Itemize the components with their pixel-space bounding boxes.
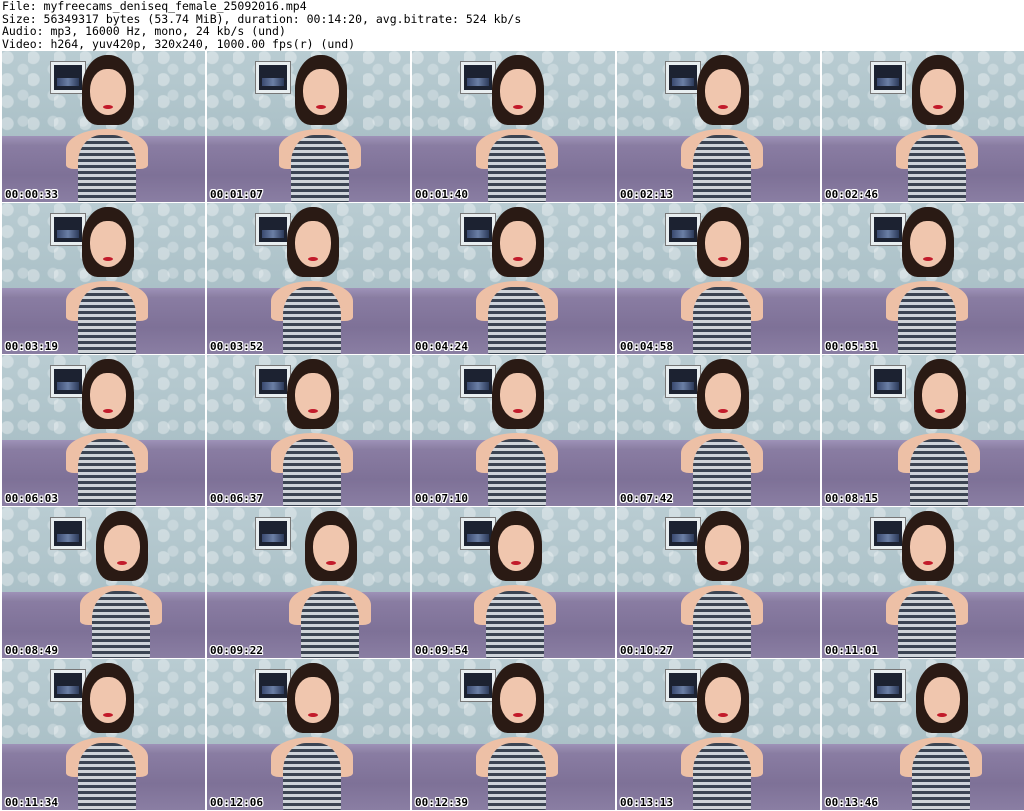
video-thumbnail: 00:02:46 [822,51,1024,202]
person-figure [472,359,562,506]
timestamp-label: 00:02:13 [620,188,673,201]
timestamp-label: 00:06:03 [5,492,58,505]
person-figure [275,55,365,202]
timestamp-label: 00:09:22 [210,644,263,657]
video-thumbnail: 00:04:58 [617,203,820,354]
timestamp-label: 00:09:54 [415,644,468,657]
video-thumbnail: 00:08:15 [822,355,1024,506]
person-figure [896,663,986,810]
person-figure [677,359,767,506]
person-figure [470,511,560,658]
video-thumbnail: 00:02:13 [617,51,820,202]
timestamp-label: 00:08:49 [5,644,58,657]
person-figure [677,55,767,202]
timestamp-label: 00:10:27 [620,644,673,657]
timestamp-label: 00:07:42 [620,492,673,505]
person-figure [62,207,152,354]
video-thumbnail: 00:04:24 [412,203,615,354]
person-figure [76,511,166,658]
video-thumbnail: 00:03:19 [2,203,205,354]
timestamp-label: 00:12:39 [415,796,468,809]
video-thumbnail: 00:11:34 [2,659,205,810]
person-figure [62,663,152,810]
video-thumbnail: 00:06:37 [207,355,410,506]
person-figure [62,55,152,202]
person-figure [892,55,982,202]
timestamp-label: 00:05:31 [825,340,878,353]
video-thumbnail: 00:07:42 [617,355,820,506]
person-figure [882,511,972,658]
person-figure [894,359,984,506]
video-thumbnail: 00:09:54 [412,507,615,658]
timestamp-label: 00:03:52 [210,340,263,353]
timestamp-label: 00:02:46 [825,188,878,201]
info-header: File: myfreecams_deniseq_female_25092016… [2,0,1022,50]
video-thumbnail: 00:12:39 [412,659,615,810]
audio-info-line: Audio: mp3, 16000 Hz, mono, 24 kb/s (und… [2,24,286,38]
video-thumbnail: 00:08:49 [2,507,205,658]
timestamp-label: 00:11:01 [825,644,878,657]
video-thumbnail: 00:09:22 [207,507,410,658]
video-thumbnail: 00:07:10 [412,355,615,506]
video-thumbnail: 00:01:07 [207,51,410,202]
video-thumbnail: 00:13:13 [617,659,820,810]
timestamp-label: 00:06:37 [210,492,263,505]
video-thumbnail: 00:00:33 [2,51,205,202]
timestamp-label: 00:11:34 [5,796,58,809]
video-thumbnail: 00:01:40 [412,51,615,202]
person-figure [677,511,767,658]
video-thumbnail: 00:06:03 [2,355,205,506]
video-info-line: Video: h264, yuv420p, 320x240, 1000.00 f… [2,36,356,51]
timestamp-label: 00:04:24 [415,340,468,353]
person-figure [677,207,767,354]
person-figure [677,663,767,810]
video-thumbnail: 00:10:27 [617,507,820,658]
file-name-line: File: myfreecams_deniseq_female_25092016… [2,0,307,13]
person-figure [472,663,562,810]
timestamp-label: 00:00:33 [5,188,58,201]
person-figure [472,207,562,354]
timestamp-label: 00:01:40 [415,188,468,201]
timestamp-label: 00:13:46 [825,796,878,809]
person-figure [882,207,972,354]
video-thumbnail: 00:03:52 [207,203,410,354]
timestamp-label: 00:13:13 [620,796,673,809]
timestamp-label: 00:07:10 [415,492,468,505]
video-thumbnail: 00:11:01 [822,507,1024,658]
person-figure [267,207,357,354]
video-thumbnail: 00:05:31 [822,203,1024,354]
person-figure [267,663,357,810]
video-thumbnail: 00:13:46 [822,659,1024,810]
timestamp-label: 00:12:06 [210,796,263,809]
timestamp-label: 00:04:58 [620,340,673,353]
person-figure [285,511,375,658]
video-thumbnail: 00:12:06 [207,659,410,810]
timestamp-label: 00:01:07 [210,188,263,201]
timestamp-label: 00:08:15 [825,492,878,505]
person-figure [62,359,152,506]
thumbnail-grid: 00:00:33 00:01:07 00:01:40 00:02:13 00:0… [2,51,1024,811]
person-figure [472,55,562,202]
timestamp-label: 00:03:19 [5,340,58,353]
person-figure [267,359,357,506]
